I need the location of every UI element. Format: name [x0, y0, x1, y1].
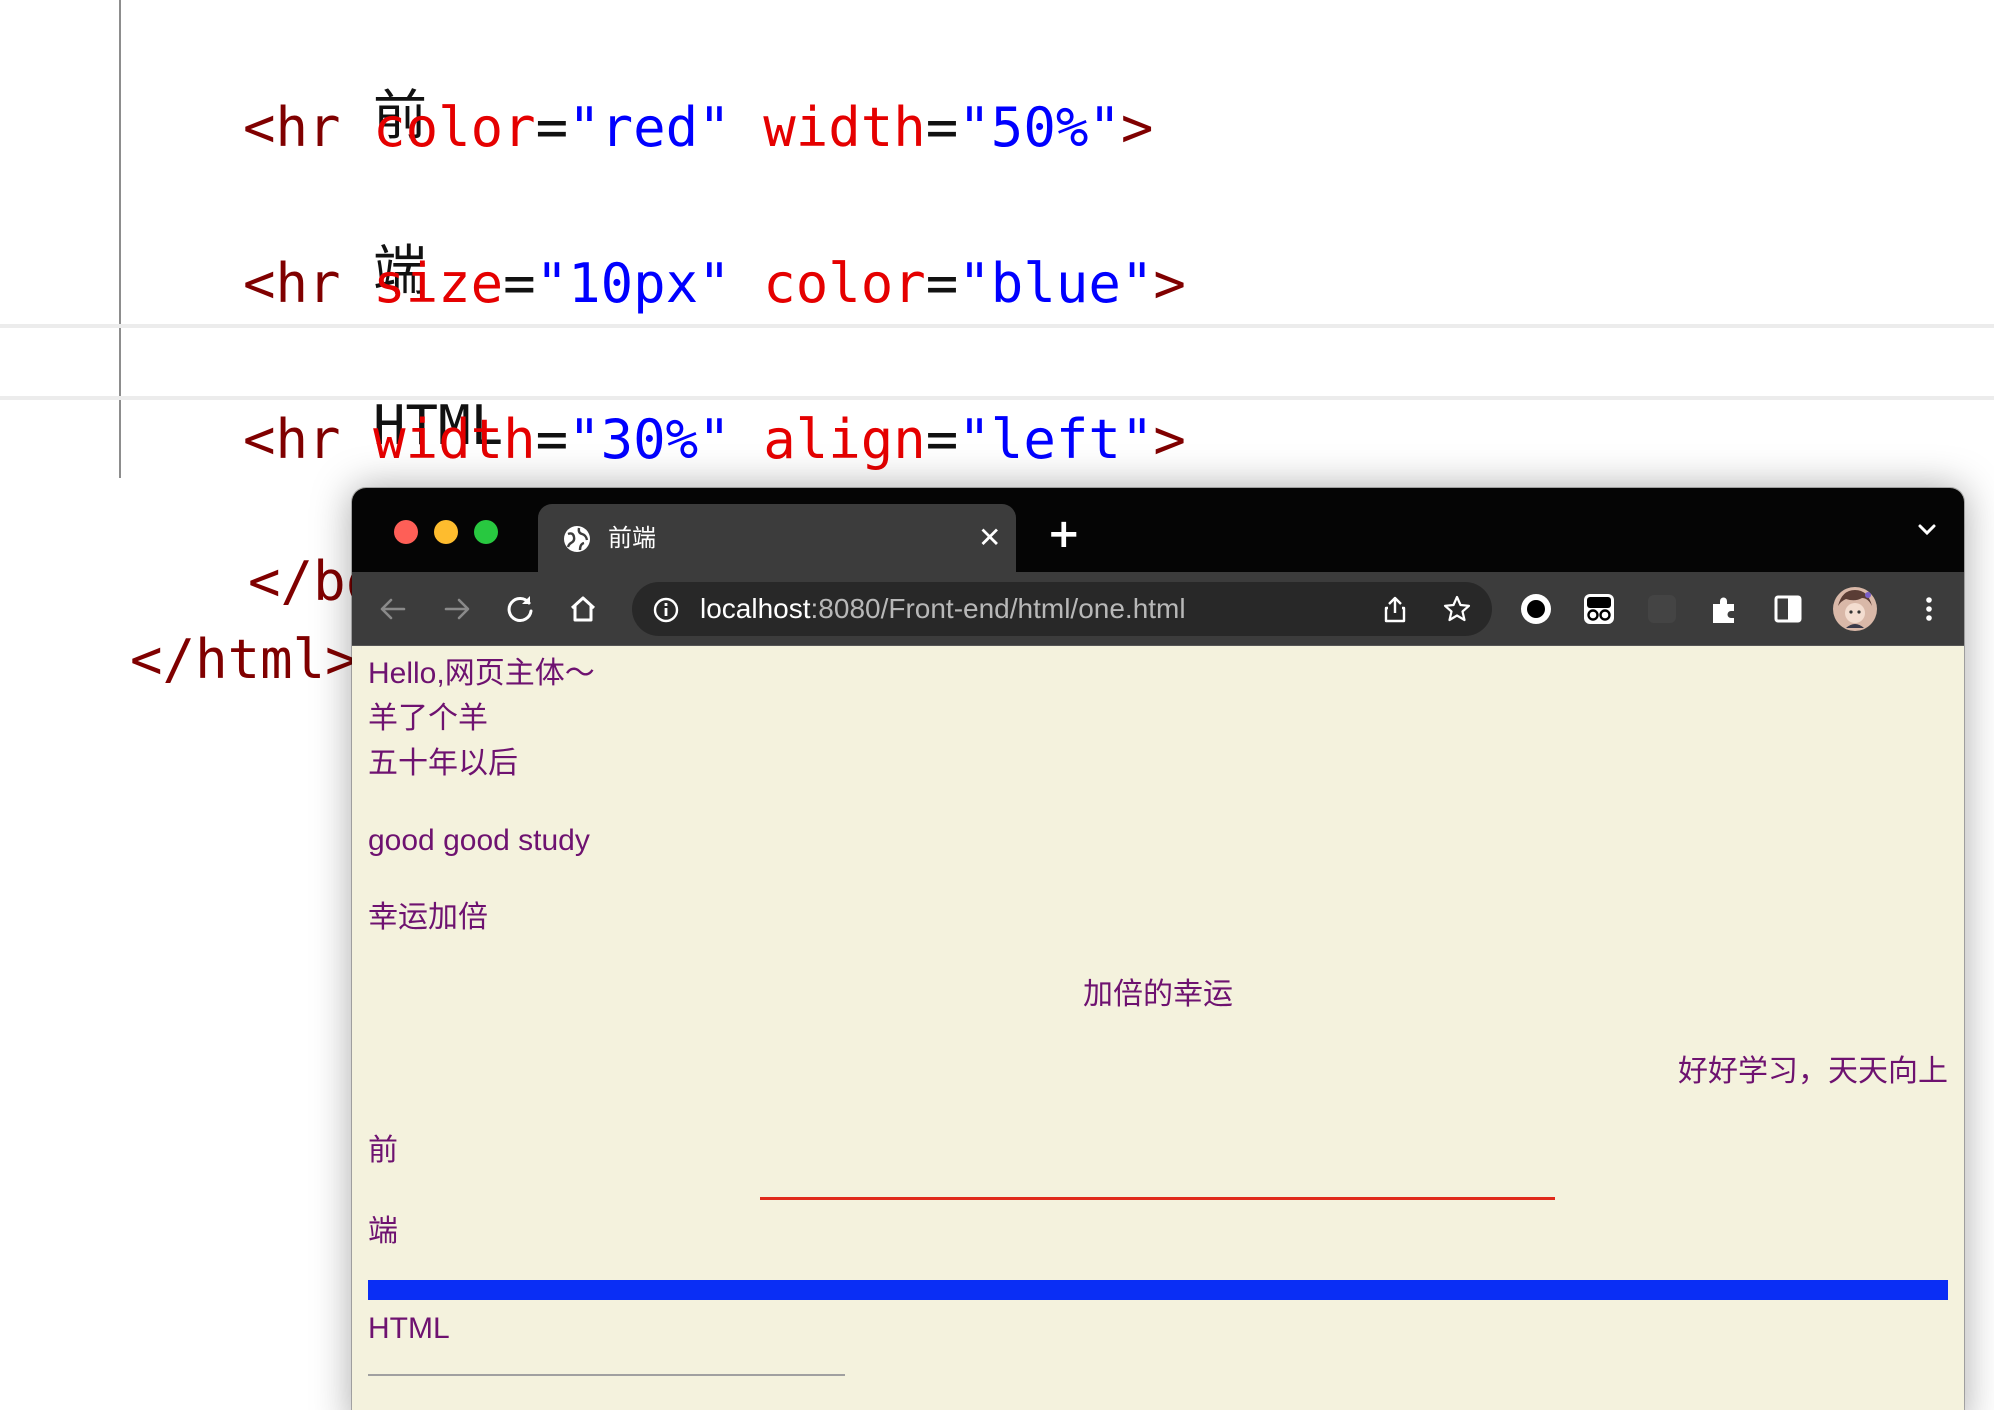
side-panel-icon[interactable] [1771, 592, 1805, 626]
more-menu-icon[interactable] [1912, 592, 1946, 626]
back-icon[interactable] [376, 592, 410, 626]
title-bar: 前端 ✕ + [352, 488, 1964, 572]
code-line-5[interactable]: HTML [243, 330, 503, 457]
minimize-window-button[interactable] [434, 520, 458, 544]
url-text[interactable]: localhost:8080/Front-end/html/one.html [700, 591, 1186, 627]
code-line-1[interactable]: 前 [243, 20, 427, 147]
extension-glasses-icon[interactable] [1582, 592, 1616, 626]
code-line-2[interactable]: <hr color="red" width="50%"> [243, 96, 1153, 160]
bookmark-star-icon[interactable] [1442, 594, 1472, 624]
body-text-line: 五十年以后 [368, 747, 518, 780]
paragraph: good good study [368, 824, 590, 857]
code-line-4[interactable]: <hr size="10px" color="blue"> [243, 252, 1186, 316]
code-line-6[interactable]: <hr width="30%" align="left"> [243, 408, 1186, 472]
horizontal-rule-left [368, 1374, 845, 1376]
body-text-line: 羊了个羊 [368, 702, 488, 735]
extension-hidden-icon[interactable] [1645, 592, 1679, 626]
horizontal-rule-blue [368, 1280, 1948, 1300]
forward-icon[interactable] [440, 592, 474, 626]
horizontal-rule-red [760, 1197, 1555, 1200]
code-line-8[interactable]: </html> [0, 564, 358, 691]
hr-label: 端 [368, 1215, 398, 1248]
body-text-greeting: Hello,网页主体～ [368, 657, 595, 690]
tab-active[interactable]: 前端 ✕ [538, 504, 1016, 572]
indent-guide [119, 0, 121, 478]
hr-label: HTML [368, 1312, 450, 1345]
hr-label: 前 [368, 1134, 398, 1167]
extension-record-icon[interactable] [1519, 592, 1553, 626]
address-bar[interactable]: localhost:8080/Front-end/html/one.html [632, 582, 1492, 636]
paragraph-centered: 加倍的幸运 [1083, 978, 1233, 1011]
paragraph-right-aligned: 好好学习，天天向上 [1678, 1055, 1948, 1088]
zoom-window-button[interactable] [474, 520, 498, 544]
new-tab-button[interactable]: + [1047, 514, 1081, 554]
code-line-3[interactable]: 端 [243, 175, 427, 302]
extensions-puzzle-icon[interactable] [1708, 592, 1742, 626]
profile-avatar[interactable] [1832, 586, 1878, 632]
tab-title: 前端 [608, 524, 656, 552]
home-icon[interactable] [566, 592, 600, 626]
browser-toolbar: localhost:8080/Front-end/html/one.html [352, 572, 1964, 646]
browser-window: 前端 ✕ + localhost:8080/Front-end/html/one… [352, 488, 1964, 1410]
close-window-button[interactable] [394, 520, 418, 544]
share-icon[interactable] [1380, 594, 1410, 624]
reload-icon[interactable] [503, 592, 537, 626]
globe-icon [564, 526, 590, 552]
page-content: Hello,网页主体～ 羊了个羊 五十年以后 good good study 幸… [352, 646, 1964, 1410]
site-info-icon[interactable] [652, 596, 680, 624]
tab-close-icon[interactable]: ✕ [978, 520, 1001, 556]
paragraph: 幸运加倍 [368, 901, 488, 934]
tab-search-chevron-icon[interactable] [1912, 514, 1942, 544]
